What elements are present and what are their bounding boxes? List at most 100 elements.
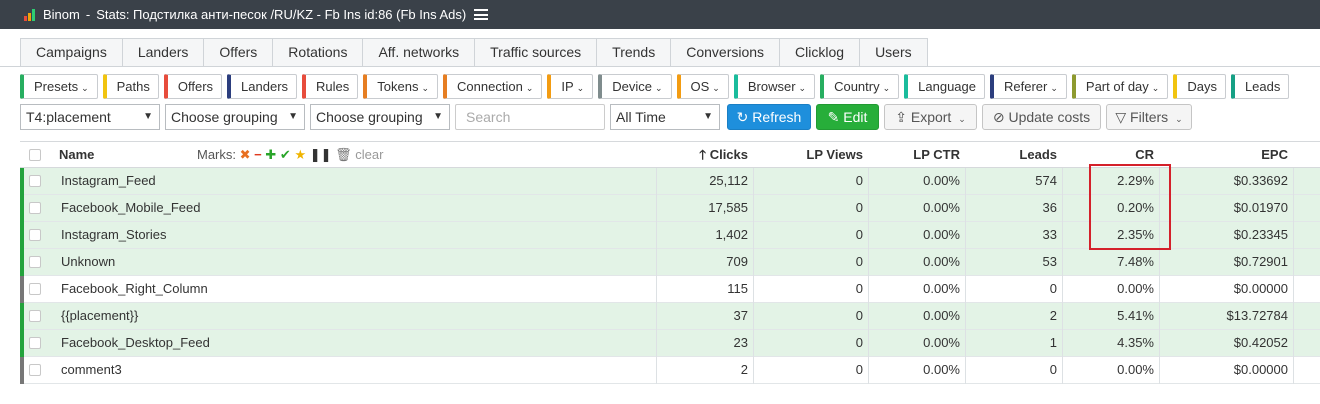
export-button[interactable]: ⇪ Export ⌄ bbox=[884, 104, 977, 130]
cr-highlight-annotation bbox=[1089, 164, 1171, 250]
cell-epc: $0.72901 bbox=[1233, 254, 1288, 269]
tab-trends[interactable]: Trends bbox=[596, 38, 671, 67]
select-all-checkbox[interactable] bbox=[29, 149, 41, 161]
tab-conversions[interactable]: Conversions bbox=[670, 38, 780, 67]
row-checkbox[interactable] bbox=[29, 202, 41, 214]
table-row[interactable]: Facebook_Right_Column 115 0 0.00% 0 0.00% $0.0… bbox=[20, 276, 1320, 303]
chip-part-of-day[interactable]: Part of day ⌄ bbox=[1071, 74, 1169, 99]
grouping-select-2[interactable]: Choose grouping ▼ bbox=[165, 104, 305, 130]
chip-tokens[interactable]: Tokens ⌄ bbox=[363, 74, 439, 99]
grouping-select-1-value: T4:placement bbox=[26, 109, 111, 125]
table-row[interactable]: {{placement}} 37 0 0.00% 2 5.41% $13.72784 bbox=[20, 303, 1320, 330]
cell-epc: $0.33692 bbox=[1233, 173, 1288, 188]
row-checkbox[interactable] bbox=[29, 175, 41, 187]
chip-label: Leads bbox=[1244, 79, 1281, 94]
filters-label: Filters bbox=[1130, 109, 1169, 125]
chip-connection[interactable]: Connection ⌄ bbox=[443, 74, 543, 99]
column-header-lp-views[interactable]: LP Views bbox=[753, 142, 863, 168]
filters-button[interactable]: ▽ Filters ⌄ bbox=[1106, 104, 1192, 130]
grouping-select-1[interactable]: T4:placement ▼ bbox=[20, 104, 160, 130]
chip-label: Referer bbox=[1004, 79, 1048, 94]
tab-users[interactable]: Users bbox=[859, 38, 928, 67]
cell-name[interactable]: Unknown bbox=[61, 249, 561, 275]
cell-name[interactable]: {{placement}} bbox=[61, 303, 561, 329]
cell-cr: 4.35% bbox=[1117, 335, 1154, 350]
chip-referer[interactable]: Referer ⌄ bbox=[990, 74, 1067, 99]
update-costs-button[interactable]: ⊘ Update costs bbox=[982, 104, 1101, 130]
cell-name[interactable]: Instagram_Feed bbox=[61, 168, 561, 194]
mark-check-icon[interactable]: ✔ bbox=[280, 147, 291, 162]
cell-name[interactable]: Facebook_Mobile_Feed bbox=[61, 195, 561, 221]
column-header-lp-ctr[interactable]: LP CTR bbox=[868, 142, 960, 168]
row-checkbox[interactable] bbox=[29, 283, 41, 295]
cell-cr: 0.00% bbox=[1117, 281, 1154, 296]
cell-name[interactable]: Facebook_Desktop_Feed bbox=[61, 330, 561, 356]
mark-pause-icon[interactable]: ❚❚ bbox=[310, 147, 332, 162]
search-input[interactable]: Search bbox=[455, 104, 605, 130]
edit-button[interactable]: ✎ Edit bbox=[816, 104, 879, 130]
export-label: Export bbox=[910, 109, 952, 125]
chip-os[interactable]: OS ⌄ bbox=[676, 74, 729, 99]
mark-star-icon[interactable]: ★ bbox=[294, 147, 306, 162]
row-checkbox[interactable] bbox=[29, 364, 41, 376]
table-row[interactable]: Facebook_Desktop_Feed 23 0 0.00% 1 4.35% $0.42… bbox=[20, 330, 1320, 357]
cell-leads: 574 bbox=[1035, 173, 1057, 188]
cell-clicks: 1,402 bbox=[715, 227, 748, 242]
tab-clicklog[interactable]: Clicklog bbox=[779, 38, 860, 67]
mark-x-icon[interactable]: ✖ bbox=[240, 147, 251, 162]
row-status-bar bbox=[20, 168, 24, 195]
tab-offers[interactable]: Offers bbox=[203, 38, 273, 67]
chip-label: Language bbox=[918, 79, 976, 94]
mark-minus-icon[interactable]: − bbox=[254, 147, 262, 162]
cell-name[interactable]: comment3 bbox=[61, 357, 561, 383]
chip-label: Paths bbox=[116, 79, 150, 94]
column-header-leads[interactable]: Leads bbox=[965, 142, 1057, 168]
tab-traffic-sources[interactable]: Traffic sources bbox=[474, 38, 597, 67]
grouping-chips: Presets ⌄ Paths Offers Landers Rules Tokens ⌄ Co… bbox=[20, 74, 1290, 99]
tab-campaigns[interactable]: Campaigns bbox=[20, 38, 122, 67]
cell-lp-ctr: 0.00% bbox=[923, 335, 960, 350]
list-icon[interactable] bbox=[474, 9, 489, 20]
column-header-name[interactable]: Name bbox=[59, 142, 94, 168]
tab-rotations[interactable]: Rotations bbox=[272, 38, 363, 67]
trash-icon[interactable]: 🗑 bbox=[335, 147, 352, 162]
page-title: Stats: Подстилка анти-песок /RU/KZ - Fb … bbox=[96, 7, 467, 22]
cell-leads: 33 bbox=[1042, 227, 1057, 242]
chip-browser[interactable]: Browser ⌄ bbox=[733, 74, 816, 99]
cell-name[interactable]: Facebook_Right_Column bbox=[61, 276, 561, 302]
chip-leads[interactable]: Leads bbox=[1230, 74, 1290, 99]
chip-presets[interactable]: Presets ⌄ bbox=[20, 74, 98, 99]
column-header-epc[interactable]: EPC bbox=[1159, 142, 1288, 168]
cell-leads: 53 bbox=[1042, 254, 1057, 269]
refresh-button[interactable]: ↻ Refresh bbox=[727, 104, 811, 130]
cell-clicks: 17,585 bbox=[708, 200, 748, 215]
row-checkbox[interactable] bbox=[29, 310, 41, 322]
chip-landers[interactable]: Landers bbox=[227, 74, 298, 99]
row-checkbox[interactable] bbox=[29, 256, 41, 268]
chip-rules[interactable]: Rules bbox=[302, 74, 359, 99]
period-select[interactable]: All Time ▼ bbox=[610, 104, 720, 130]
chip-ip[interactable]: IP ⌄ bbox=[547, 74, 594, 99]
chip-device[interactable]: Device ⌄ bbox=[598, 74, 672, 99]
tab-landers[interactable]: Landers bbox=[121, 38, 204, 67]
cell-epc: $0.00000 bbox=[1233, 281, 1288, 296]
marks-clear-link[interactable]: clear bbox=[355, 147, 383, 162]
chip-language[interactable]: Language bbox=[904, 74, 985, 99]
chip-offers[interactable]: Offers bbox=[163, 74, 223, 99]
chip-country[interactable]: Country ⌄ bbox=[820, 74, 900, 99]
column-header-clicks[interactable]: 🡑 Clicks bbox=[656, 142, 748, 168]
cell-leads: 0 bbox=[1049, 362, 1057, 377]
table-row[interactable]: comment3 2 0 0.00% 0 0.00% $0.00000 bbox=[20, 357, 1320, 384]
row-checkbox[interactable] bbox=[29, 337, 41, 349]
mark-plus-icon[interactable]: ✚ bbox=[265, 147, 276, 162]
table-row[interactable]: Unknown 709 0 0.00% 53 7.48% $0.72901 bbox=[20, 249, 1320, 276]
dropdown-arrow-icon: ▼ bbox=[143, 111, 153, 122]
chip-days[interactable]: Days bbox=[1173, 74, 1226, 99]
cell-lp-ctr: 0.00% bbox=[923, 362, 960, 377]
chip-paths[interactable]: Paths bbox=[102, 74, 159, 99]
cell-name[interactable]: Instagram_Stories bbox=[61, 222, 561, 248]
refresh-label: Refresh bbox=[752, 109, 802, 125]
row-checkbox[interactable] bbox=[29, 229, 41, 241]
tab-aff-networks[interactable]: Aff. networks bbox=[362, 38, 475, 67]
grouping-select-3[interactable]: Choose grouping ▼ bbox=[310, 104, 450, 130]
